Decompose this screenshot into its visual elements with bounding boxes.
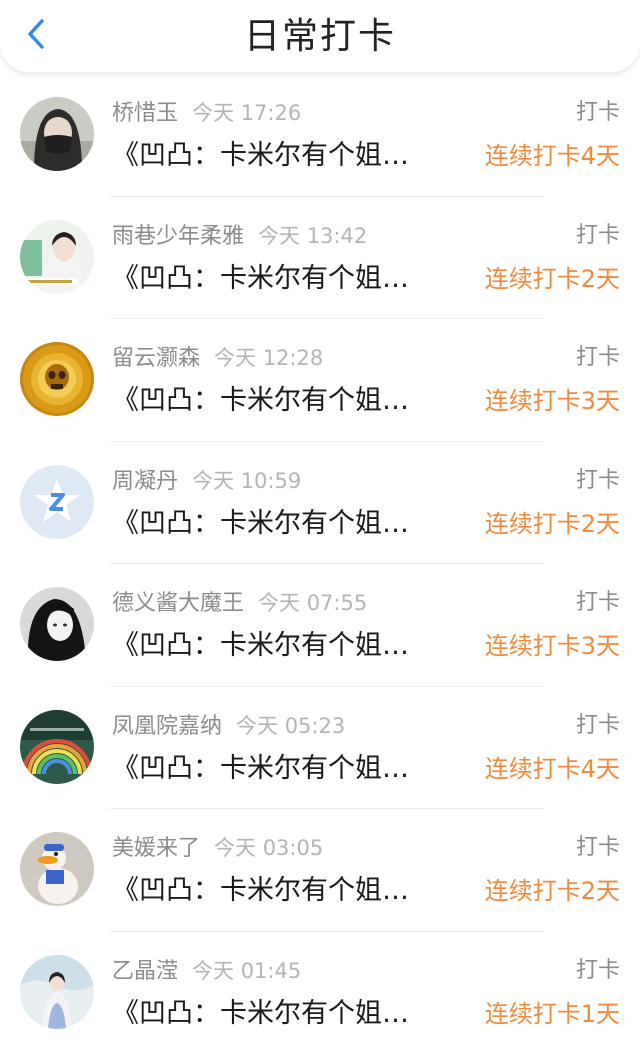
book-title[interactable]: 《凹凸：卡米尔有个姐… (112, 628, 452, 664)
checkin-time: 今天 05:23 (236, 714, 345, 738)
checkin-action-label[interactable]: 打卡 (576, 343, 620, 373)
checkin-time: 今天 01:45 (192, 959, 301, 983)
checkin-action-label[interactable]: 打卡 (576, 711, 620, 741)
user-name[interactable]: 留云灏森 (112, 346, 200, 371)
checkin-action-label[interactable]: 打卡 (576, 588, 620, 618)
list-item[interactable]: 德义酱大魔王今天 07:55 打卡 《凹凸：卡米尔有个姐… 连续打卡3天 (0, 564, 640, 687)
top-navigation-bar: 日常打卡 (0, 0, 640, 72)
checkin-action-label[interactable]: 打卡 (576, 833, 620, 863)
user-meta: 美媛来了今天 03:05 (112, 833, 323, 865)
streak-badge: 连续打卡4天 (485, 139, 620, 173)
user-meta: 乙晶滢今天 01:45 (112, 956, 301, 988)
user-meta: 留云灏森今天 12:28 (112, 343, 323, 375)
book-title[interactable]: 《凹凸：卡米尔有个姐… (112, 751, 452, 787)
user-name[interactable]: 周凝丹 (112, 469, 178, 494)
user-name[interactable]: 凤凰院嘉纳 (112, 714, 222, 739)
avatar[interactable] (20, 832, 94, 906)
checkin-time: 今天 10:59 (192, 469, 301, 493)
list-item[interactable]: 桥惜玉今天 17:26 打卡 《凹凸：卡米尔有个姐… 连续打卡4天 (0, 74, 640, 197)
avatar[interactable] (20, 465, 94, 539)
user-meta: 雨巷少年柔雅今天 13:42 (112, 221, 367, 253)
list-item[interactable]: 美媛来了今天 03:05 打卡 《凹凸：卡米尔有个姐… 连续打卡2天 (0, 809, 640, 932)
book-title[interactable]: 《凹凸：卡米尔有个姐… (112, 138, 452, 174)
checkin-time: 今天 17:26 (192, 101, 301, 125)
checkin-time: 今天 03:05 (214, 836, 323, 860)
user-name[interactable]: 德义酱大魔王 (112, 591, 244, 616)
user-meta: 周凝丹今天 10:59 (112, 466, 301, 498)
user-name[interactable]: 美媛来了 (112, 836, 200, 861)
streak-badge: 连续打卡2天 (485, 507, 620, 541)
list-item[interactable]: 凤凰院嘉纳今天 05:23 打卡 《凹凸：卡米尔有个姐… 连续打卡4天 (0, 687, 640, 810)
book-title[interactable]: 《凹凸：卡米尔有个姐… (112, 261, 452, 297)
streak-badge: 连续打卡2天 (485, 874, 620, 908)
user-meta: 桥惜玉今天 17:26 (112, 98, 301, 130)
checkin-action-label[interactable]: 打卡 (576, 466, 620, 496)
streak-badge: 连续打卡1天 (485, 997, 620, 1031)
avatar[interactable] (20, 710, 94, 784)
book-title[interactable]: 《凹凸：卡米尔有个姐… (112, 506, 452, 542)
avatar[interactable] (20, 955, 94, 1029)
book-title[interactable]: 《凹凸：卡米尔有个姐… (112, 996, 452, 1032)
streak-badge: 连续打卡3天 (485, 629, 620, 663)
checkin-time: 今天 13:42 (258, 224, 367, 248)
list-item[interactable]: 留云灏森今天 12:28 打卡 《凹凸：卡米尔有个姐… 连续打卡3天 (0, 319, 640, 442)
book-title[interactable]: 《凹凸：卡米尔有个姐… (112, 383, 452, 419)
avatar[interactable] (20, 587, 94, 661)
user-name[interactable]: 乙晶滢 (112, 959, 178, 984)
streak-badge: 连续打卡4天 (485, 752, 620, 786)
book-title[interactable]: 《凹凸：卡米尔有个姐… (112, 873, 452, 909)
avatar[interactable] (20, 97, 94, 171)
user-name[interactable]: 雨巷少年柔雅 (112, 224, 244, 249)
streak-badge: 连续打卡2天 (485, 262, 620, 296)
list-item[interactable]: 周凝丹今天 10:59 打卡 《凹凸：卡米尔有个姐… 连续打卡2天 (0, 442, 640, 565)
streak-badge: 连续打卡3天 (485, 384, 620, 418)
checkin-time: 今天 12:28 (214, 346, 323, 370)
user-meta: 凤凰院嘉纳今天 05:23 (112, 711, 345, 743)
checkin-action-label[interactable]: 打卡 (576, 98, 620, 128)
checkin-time: 今天 07:55 (258, 591, 367, 615)
checkin-list: 桥惜玉今天 17:26 打卡 《凹凸：卡米尔有个姐… 连续打卡4天 雨巷少年柔雅… (0, 74, 640, 1054)
list-item[interactable]: 乙晶滢今天 01:45 打卡 《凹凸：卡米尔有个姐… 连续打卡1天 (0, 932, 640, 1054)
checkin-action-label[interactable]: 打卡 (576, 221, 620, 251)
avatar[interactable] (20, 342, 94, 416)
checkin-action-label[interactable]: 打卡 (576, 956, 620, 986)
user-name[interactable]: 桥惜玉 (112, 101, 178, 126)
user-meta: 德义酱大魔王今天 07:55 (112, 588, 367, 620)
avatar[interactable] (20, 220, 94, 294)
list-item[interactable]: 雨巷少年柔雅今天 13:42 打卡 《凹凸：卡米尔有个姐… 连续打卡2天 (0, 197, 640, 320)
page-title: 日常打卡 (0, 12, 640, 62)
